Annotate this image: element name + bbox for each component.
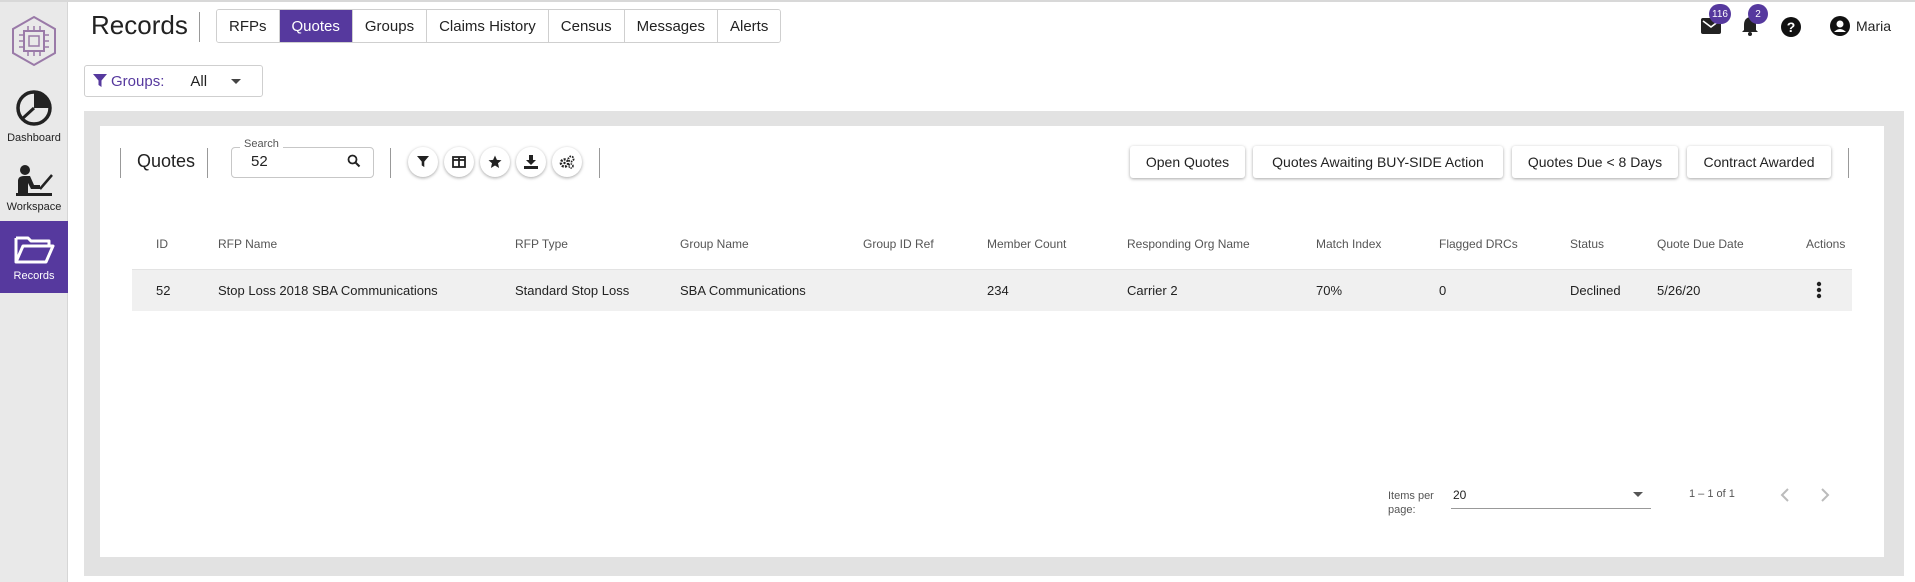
search-input[interactable] [251, 153, 341, 170]
account-circle-icon [1830, 16, 1850, 36]
column-header-responding-org[interactable]: Responding Org Name [1127, 237, 1250, 251]
person-at-laptop-icon [16, 165, 53, 196]
section-title: Quotes [137, 151, 196, 171]
sidebar: Dashboard Workspace Records [0, 2, 68, 582]
tab-census[interactable]: Census [548, 10, 625, 42]
column-header-match-index[interactable]: Match Index [1316, 237, 1381, 251]
items-per-page-label: Items per page: [1388, 490, 1434, 516]
cell-id: 52 [156, 283, 171, 298]
mail-count-badge: 116 [1709, 4, 1731, 24]
settings-gears-icon [559, 155, 575, 169]
top-border [0, 0, 1915, 2]
chevron-left-icon [1780, 488, 1789, 502]
toolbar-divider [599, 148, 600, 178]
help-button[interactable]: ? [1777, 13, 1805, 41]
app-root: Dashboard Workspace Records Records RFPs… [0, 0, 1915, 582]
sidebar-item-dashboard[interactable]: Dashboard [0, 80, 68, 152]
cell-rfp-type: Standard Stop Loss [515, 283, 630, 298]
column-header-group-name[interactable]: Group Name [680, 237, 749, 251]
favorites-button[interactable] [480, 147, 510, 177]
column-header-rfp-type[interactable]: RFP Type [515, 237, 568, 251]
tab-messages[interactable]: Messages [624, 10, 718, 42]
messages-button[interactable]: 116 [1697, 4, 1731, 40]
chevron-down-icon [231, 78, 242, 84]
sidebar-item-label: Workspace [6, 201, 62, 213]
column-header-id[interactable]: ID [156, 237, 168, 251]
groups-filter-select[interactable]: Groups: All [84, 65, 263, 97]
cell-member-count: 234 [987, 283, 1009, 298]
sidebar-item-label: Dashboard [7, 132, 61, 144]
page-title: Records [91, 10, 188, 40]
settings-button[interactable] [552, 147, 582, 177]
app-logo[interactable] [0, 6, 68, 76]
filter-icon [93, 74, 107, 87]
toolbar-divider [120, 148, 121, 178]
search-label: Search [240, 138, 283, 150]
sidebar-item-workspace[interactable]: Workspace [0, 152, 68, 224]
cell-group-name: SBA Communications [680, 283, 806, 298]
column-header-rfp-name[interactable]: RFP Name [218, 237, 277, 251]
download-button[interactable] [516, 147, 546, 177]
next-page-button[interactable] [1813, 483, 1837, 507]
columns-icon [452, 156, 466, 168]
toolbar-divider [390, 148, 391, 178]
cell-status: Declined [1570, 283, 1621, 298]
download-icon [524, 155, 538, 169]
user-menu[interactable]: Maria [1830, 16, 1891, 36]
title-divider [199, 12, 200, 42]
groups-filter-label: Groups: [111, 72, 165, 90]
toolbar-divider [1848, 148, 1849, 178]
folder-open-icon [14, 236, 55, 264]
tab-quotes[interactable]: Quotes [279, 10, 353, 42]
awaiting-buy-side-button[interactable]: Quotes Awaiting BUY-SIDE Action [1253, 146, 1503, 178]
groups-filter-value: All [190, 72, 208, 90]
tab-rfps[interactable]: RFPs [217, 10, 280, 42]
column-header-group-id-ref[interactable]: Group ID Ref [863, 237, 934, 251]
items-per-page-value: 20 [1453, 488, 1467, 502]
column-header-status[interactable]: Status [1570, 237, 1604, 251]
cell-match-index: 70% [1316, 283, 1343, 298]
sidebar-item-records[interactable]: Records [0, 221, 68, 293]
column-header-quote-due-date[interactable]: Quote Due Date [1657, 237, 1744, 251]
column-header-flagged-drcs[interactable]: Flagged DRCs [1439, 237, 1518, 251]
pie-chart-icon [16, 90, 52, 126]
alert-count-badge: 2 [1748, 4, 1768, 24]
columns-button[interactable] [444, 147, 474, 177]
pagination-range: 1 – 1 of 1 [1689, 488, 1735, 500]
cell-flagged-drcs: 0 [1439, 283, 1447, 298]
filter-button[interactable] [408, 147, 438, 177]
cell-rfp-name: Stop Loss 2018 SBA Communications [218, 283, 438, 298]
column-header-actions: Actions [1806, 237, 1846, 251]
search-icon[interactable] [347, 154, 361, 168]
user-name: Maria [1856, 18, 1892, 34]
chevron-right-icon [1821, 488, 1830, 502]
star-icon [488, 155, 502, 168]
toolbar-divider [207, 148, 208, 178]
cell-quote-due-date: 5/26/20 [1657, 283, 1701, 298]
svg-text:?: ? [1787, 19, 1796, 35]
tab-claims-history[interactable]: Claims History [427, 10, 549, 42]
help-icon: ? [1781, 17, 1801, 37]
chevron-down-icon [1633, 492, 1643, 497]
chip-logo-icon [12, 15, 56, 67]
column-header-member-count[interactable]: Member Count [987, 237, 1066, 251]
open-quotes-button[interactable]: Open Quotes [1130, 146, 1245, 178]
items-per-page-select[interactable]: 20 [1451, 485, 1651, 509]
sidebar-item-label: Records [13, 270, 55, 282]
filter-icon [417, 156, 429, 168]
contract-awarded-button[interactable]: Contract Awarded [1687, 146, 1831, 178]
previous-page-button[interactable] [1773, 483, 1797, 507]
record-tabs: RFPs Quotes Groups Claims History Census… [216, 9, 782, 43]
cell-responding-org: Carrier 2 [1127, 283, 1178, 298]
more-vert-icon[interactable] [1815, 280, 1823, 300]
alerts-button[interactable]: 2 [1736, 4, 1768, 40]
due-soon-button[interactable]: Quotes Due < 8 Days [1512, 146, 1678, 178]
tab-alerts[interactable]: Alerts [718, 10, 781, 42]
tab-groups[interactable]: Groups [352, 10, 428, 42]
